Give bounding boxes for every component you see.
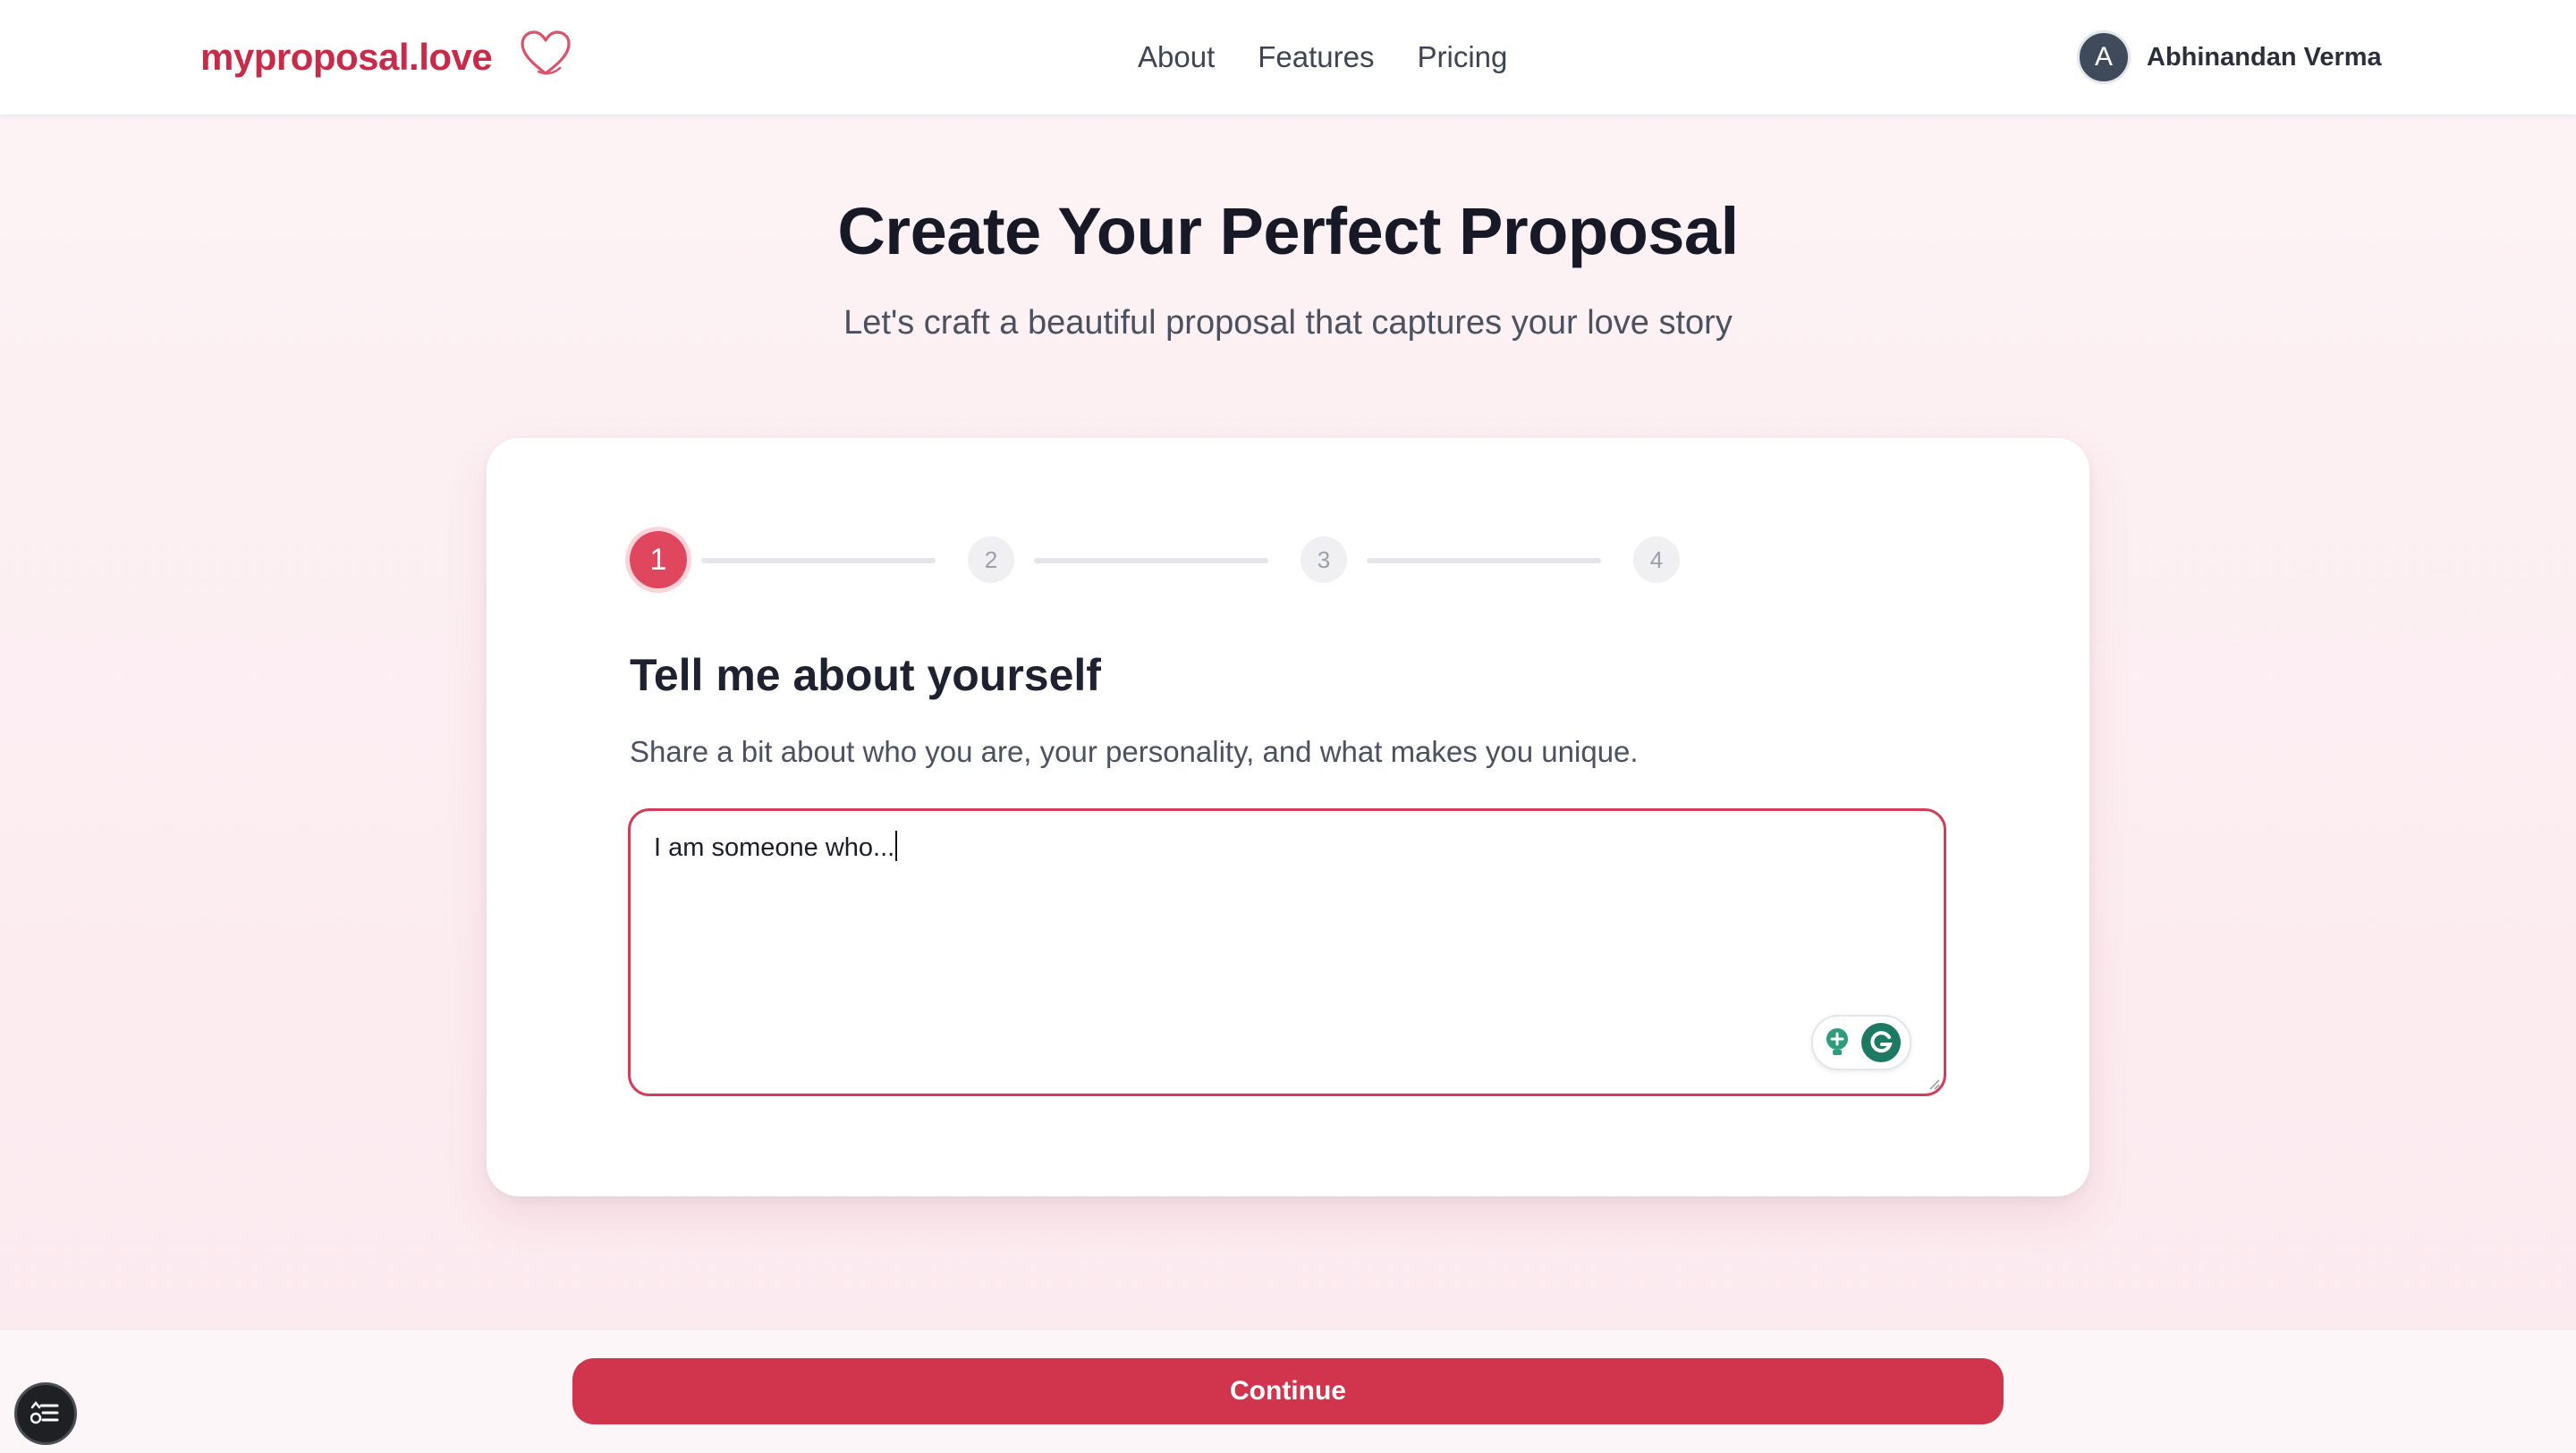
checklist-icon: [30, 1400, 59, 1424]
step-connector: [701, 558, 936, 563]
resize-handle-icon[interactable]: [1926, 1076, 1940, 1090]
nav-features[interactable]: Features: [1258, 36, 1374, 79]
heart-outline-icon: [521, 30, 571, 75]
page-title: Create Your Perfect Proposal: [837, 194, 1739, 268]
textarea-value: I am someone who...: [654, 831, 898, 863]
logo-link[interactable]: myproposal.love: [200, 30, 572, 84]
text-caret: [895, 831, 898, 861]
step-1: 1: [630, 531, 687, 588]
step-connector: [1034, 558, 1268, 563]
lightbulb-icon[interactable]: [1822, 1026, 1852, 1060]
step-4: 4: [1633, 536, 1680, 583]
step-3: 3: [1301, 536, 1347, 583]
stepper: 1 2 3 4: [630, 531, 1757, 599]
page-subtitle: Let's craft a beautiful proposal that ca…: [843, 304, 1733, 342]
user-menu[interactable]: A Abhinandan Verma: [2077, 30, 2382, 85]
question-title: Tell me about yourself: [630, 650, 1101, 700]
continue-button[interactable]: Continue: [572, 1358, 2004, 1424]
avatar: A: [2077, 30, 2131, 84]
logo-text: myproposal.love: [200, 36, 493, 78]
grammarly-icon[interactable]: [1861, 1023, 1901, 1062]
grammarly-widget[interactable]: [1811, 1015, 1911, 1070]
floating-menu-button[interactable]: [14, 1382, 77, 1445]
main-nav: About Features Pricing: [1138, 36, 1507, 79]
proposal-card: 1 2 3 4 Tell me about yourself Share a b…: [487, 438, 2089, 1196]
question-description: Share a bit about who you are, your pers…: [630, 735, 1639, 768]
nav-pricing[interactable]: Pricing: [1417, 36, 1507, 79]
step-2: 2: [968, 536, 1014, 583]
nav-about[interactable]: About: [1138, 36, 1215, 79]
step-connector: [1367, 558, 1601, 563]
site-header: myproposal.love About Features Pricing A…: [0, 0, 2576, 116]
about-yourself-textarea[interactable]: I am someone who...: [628, 808, 1946, 1096]
user-name: Abhinandan Verma: [2147, 42, 2382, 72]
footer-bar: Continue: [0, 1329, 2576, 1453]
